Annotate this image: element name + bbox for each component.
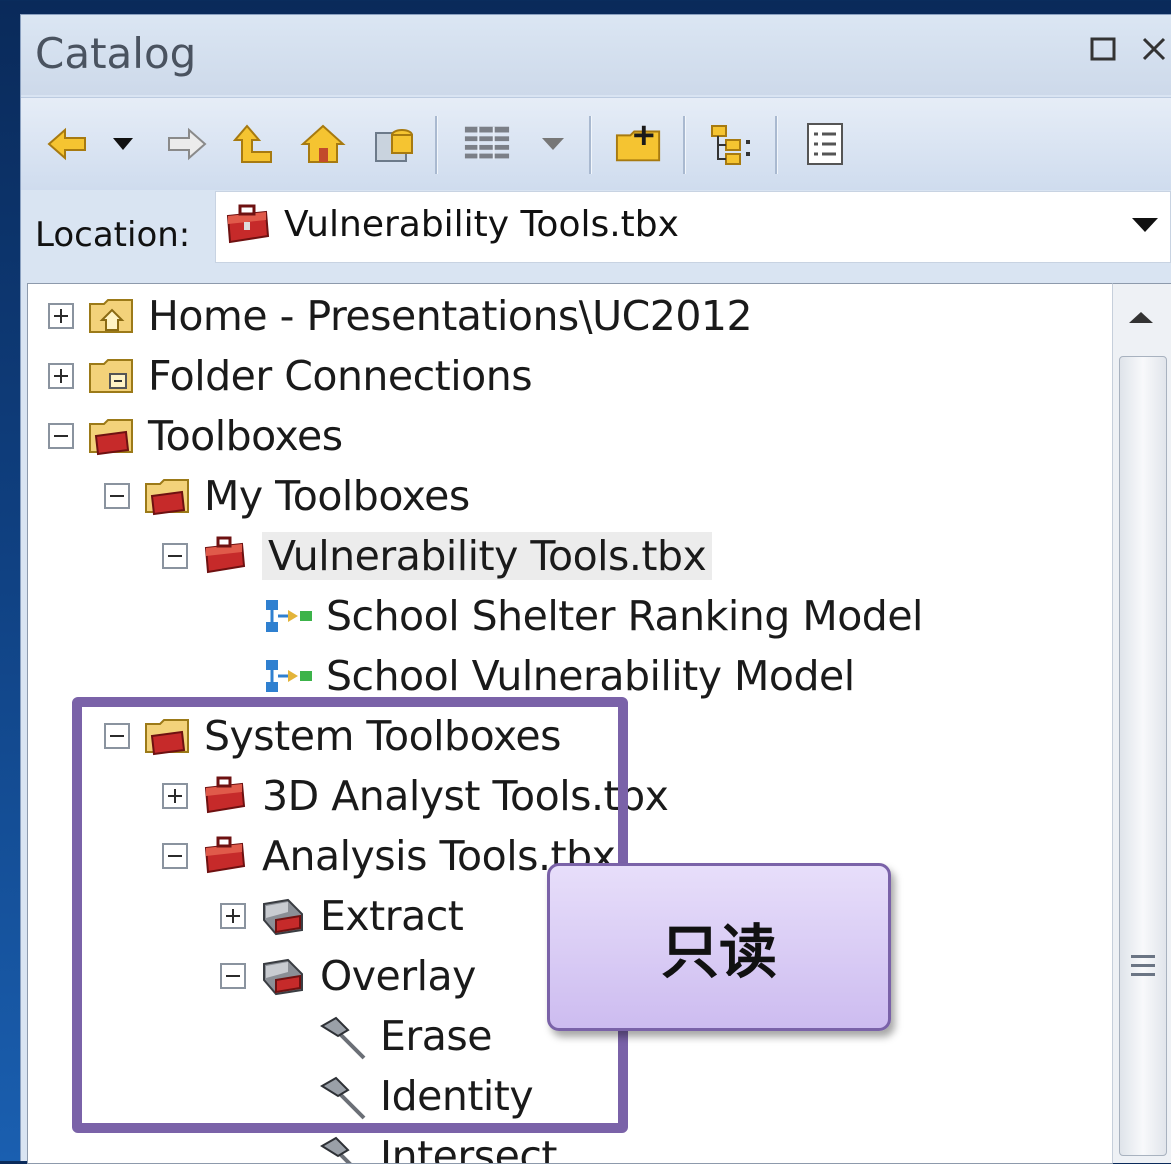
forward-arrow-icon — [168, 127, 207, 161]
home-button[interactable] — [299, 120, 347, 168]
toggle-tree-icon — [711, 125, 750, 165]
new-folder-button[interactable] — [615, 120, 663, 168]
window-title: Catalog — [35, 29, 197, 78]
new-folder-icon — [615, 125, 661, 162]
tree-item-label: Folder Connections — [148, 352, 533, 400]
model-icon — [264, 596, 314, 636]
expand-icon[interactable] — [48, 363, 74, 389]
tree-item-label: Toolboxes — [148, 412, 343, 460]
tree-item-home[interactable]: Home - Presentations\UC2012 — [48, 286, 753, 346]
back-history-dropdown[interactable] — [105, 120, 141, 168]
catalog-toolbar — [21, 97, 1171, 190]
title-bar: Catalog — [21, 15, 1171, 95]
toolbox-icon — [222, 202, 272, 250]
collapse-icon[interactable] — [104, 483, 130, 509]
toolboxes-folder-icon — [144, 476, 190, 516]
tree-item-label: School Shelter Ranking Model — [326, 592, 923, 640]
maximize-button[interactable] — [1089, 31, 1119, 75]
callout-text: 只读 — [660, 918, 777, 986]
location-bar: Location: Vulnerability Tools.tbx — [21, 191, 1171, 291]
tree-item-model[interactable]: School Shelter Ranking Model — [264, 586, 923, 646]
close-button[interactable] — [1139, 31, 1169, 75]
view-button[interactable] — [463, 120, 511, 168]
tree-item-label: School Vulnerability Model — [326, 652, 855, 700]
options-icon — [807, 123, 843, 165]
view-list-icon — [464, 126, 510, 160]
scroll-thumb[interactable] — [1119, 356, 1167, 1156]
toolbox-icon — [202, 536, 248, 576]
toggle-contents-button[interactable] — [707, 120, 755, 168]
vertical-scrollbar[interactable] — [1112, 283, 1171, 1163]
up-one-level-icon — [233, 124, 272, 163]
connect-to-folder-button[interactable] — [371, 120, 419, 168]
back-button[interactable] — [43, 120, 91, 168]
view-dropdown[interactable] — [535, 120, 571, 168]
up-one-level-button[interactable] — [231, 120, 279, 168]
home-folder-icon — [88, 296, 134, 336]
collapse-icon[interactable] — [162, 543, 188, 569]
tree-item-label: Home - Presentations\UC2012 — [148, 292, 753, 340]
connect-folder-icon — [375, 129, 413, 162]
location-combobox[interactable]: Vulnerability Tools.tbx — [215, 191, 1171, 263]
chevron-down-icon — [113, 138, 133, 150]
tree-item-toolboxes[interactable]: Toolboxes — [48, 406, 343, 466]
read-only-callout: 只读 — [547, 863, 891, 1031]
collapse-icon[interactable] — [48, 423, 74, 449]
expand-icon[interactable] — [48, 303, 74, 329]
tree-item-my-toolboxes[interactable]: My Toolboxes — [104, 466, 470, 526]
tree-item-folder-connections[interactable]: Folder Connections — [48, 346, 533, 406]
chevron-down-icon[interactable] — [1132, 218, 1158, 232]
location-label: Location: — [35, 215, 191, 255]
maximize-icon — [1090, 37, 1116, 61]
back-arrow-icon — [47, 127, 86, 161]
toolbar-separator — [435, 116, 438, 174]
options-button[interactable] — [801, 120, 849, 168]
toolboxes-folder-icon — [88, 416, 134, 456]
location-value: Vulnerability Tools.tbx — [284, 204, 679, 245]
chevron-down-icon — [542, 138, 564, 150]
forward-button[interactable] — [163, 120, 211, 168]
tree-item-label: My Toolboxes — [204, 472, 470, 520]
model-icon — [264, 656, 314, 696]
scroll-up-arrow-icon[interactable] — [1129, 312, 1153, 323]
hammer-icon — [318, 1136, 370, 1163]
toolbar-separator — [683, 116, 686, 174]
tree-item-label: Intersect — [380, 1132, 557, 1164]
toolbar-separator — [775, 116, 778, 174]
folder-connection-icon — [88, 356, 134, 396]
system-toolboxes-highlight — [72, 697, 628, 1133]
close-icon — [1142, 37, 1166, 61]
toolbar-separator — [589, 116, 592, 174]
tree-item-vulnerability-tools[interactable]: Vulnerability Tools.tbx — [162, 526, 713, 586]
home-icon — [300, 124, 346, 163]
tree-item-label: Vulnerability Tools.tbx — [262, 532, 713, 580]
grip-icon — [1131, 955, 1155, 982]
